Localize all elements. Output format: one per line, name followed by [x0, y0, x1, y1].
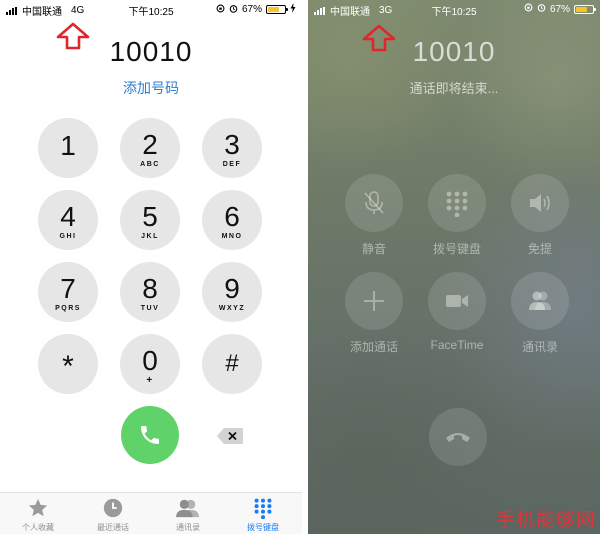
- phone-icon: [141, 426, 159, 444]
- key-star[interactable]: *: [38, 334, 98, 394]
- mute-icon: [364, 191, 384, 214]
- charging-icon: [290, 3, 296, 16]
- end-call-button[interactable]: [429, 408, 487, 466]
- battery-icon: [574, 4, 596, 14]
- key-2[interactable]: 2 ABC: [120, 118, 180, 178]
- battery-percent: 67%: [549, 3, 570, 15]
- speaker-icon: [530, 194, 550, 212]
- facetime-button[interactable]: [428, 272, 486, 330]
- key-6[interactable]: 6 MNO: [202, 190, 262, 250]
- key-8[interactable]: 8 TUV: [120, 262, 180, 322]
- plus-icon: [364, 291, 384, 311]
- tab-recents[interactable]: 最近通话: [83, 497, 143, 533]
- call-status: 通话即将结束...: [409, 81, 499, 96]
- call-number: 10010: [412, 36, 496, 67]
- tab-keypad[interactable]: 拨号键盘: [233, 497, 293, 533]
- status-bar: 中国联通 3G 下午10:25 67%: [308, 0, 600, 18]
- tab-favorites[interactable]: 个人收藏: [8, 497, 68, 533]
- lock-rotation-icon: [216, 4, 225, 16]
- contacts-icon: [176, 499, 199, 518]
- alarm-icon: [537, 3, 546, 15]
- contacts-icon: [529, 291, 551, 310]
- keypad-icon: [446, 191, 468, 217]
- star-icon: [28, 498, 48, 517]
- add-call-button[interactable]: [345, 272, 403, 330]
- key-7[interactable]: 7 PQRS: [38, 262, 98, 322]
- keypad-button[interactable]: [428, 174, 486, 232]
- key-5[interactable]: 5 JKL: [120, 190, 180, 250]
- speaker-button[interactable]: [511, 174, 569, 232]
- key-9[interactable]: 9 WXYZ: [202, 262, 262, 322]
- mute-button[interactable]: [345, 174, 403, 232]
- add-number-link[interactable]: 添加号码: [0, 78, 302, 98]
- watermark-text: 手机能够网: [495, 509, 596, 531]
- key-0[interactable]: 0 +: [120, 334, 180, 394]
- backspace-icon[interactable]: [216, 427, 244, 445]
- status-bar: 中国联通 4G 下午10:25 67%: [0, 0, 302, 18]
- battery-percent: 67%: [241, 4, 262, 15]
- key-4[interactable]: 4 GHI: [38, 190, 98, 250]
- key-hash[interactable]: #: [202, 334, 262, 394]
- call-button[interactable]: [121, 406, 179, 464]
- keypad-icon: [254, 498, 272, 519]
- lock-rotation-icon: [524, 3, 533, 15]
- ending-call-screen: 中国联通 3G 下午10:25 67% 10010 通话即将结束... 静音 拨…: [308, 0, 600, 534]
- dialed-number: 10010: [109, 36, 193, 67]
- alarm-icon: [229, 4, 238, 16]
- tab-contacts[interactable]: 通讯录: [158, 497, 218, 533]
- battery-icon: [266, 5, 288, 14]
- tab-bar: 个人收藏 最近通话 通讯录 拨号键盘: [0, 492, 302, 534]
- key-3[interactable]: 3 DEF: [202, 118, 262, 178]
- key-1[interactable]: 1: [38, 118, 98, 178]
- video-camera-icon: [446, 295, 468, 307]
- clock-icon: [103, 498, 123, 518]
- hang-up-icon: [446, 433, 470, 442]
- contacts-button[interactable]: [511, 272, 569, 330]
- keypad-screen: 中国联通 4G 下午10:25 67% 10010 添加号码 1 2 ABC 3D…: [0, 0, 302, 534]
